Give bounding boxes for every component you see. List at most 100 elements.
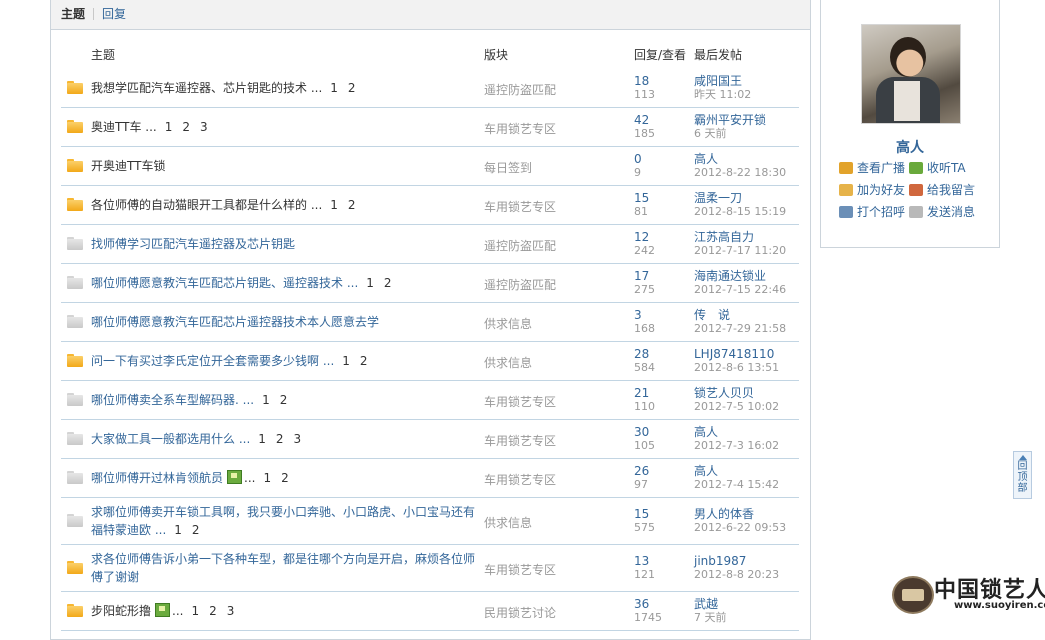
page-link[interactable]: 1 (330, 198, 338, 212)
profile-action-link[interactable]: 加为好友 (839, 183, 905, 197)
reply-count[interactable]: 21 (634, 386, 649, 400)
forum-name[interactable]: 供求信息 (484, 354, 532, 371)
thread-title-link[interactable]: 求哪位师傅卖开车锁工具啊，我只要小口奔驰、小口路虎、小口宝马还有福特蒙迪欧 ..… (91, 505, 475, 537)
last-post-time[interactable]: 2012-6-22 09:53 (694, 522, 786, 534)
thread-title-link[interactable]: 各位师傅的自动猫眼开工具都是什么样的 ... (91, 198, 322, 212)
forum-name[interactable]: 车用锁艺专区 (484, 471, 556, 488)
page-link[interactable]: 1 (263, 471, 271, 485)
last-poster[interactable]: 锁艺人贝贝 (694, 386, 754, 400)
last-post-time[interactable]: 2012-7-15 22:46 (694, 284, 786, 296)
last-post-time[interactable]: 昨天 11:02 (694, 89, 751, 101)
avatar[interactable] (861, 24, 961, 124)
page-link[interactable]: 2 (182, 120, 190, 134)
page-link[interactable]: 3 (294, 432, 302, 446)
reply-count[interactable]: 28 (634, 347, 649, 361)
folder-icon[interactable] (67, 315, 83, 328)
thread-title-link[interactable]: 我想学匹配汽车遥控器、芯片钥匙的技术 ... (91, 81, 322, 95)
page-link[interactable]: 2 (281, 471, 289, 485)
last-post-time[interactable]: 2012-7-29 21:58 (694, 323, 786, 335)
page-link[interactable]: 3 (200, 120, 208, 134)
thread-title-link[interactable]: 奥迪TT车 ... (91, 120, 157, 134)
last-post-time[interactable]: 2012-8-8 20:23 (694, 569, 779, 581)
last-poster[interactable]: 武越 (694, 597, 718, 611)
folder-hot-icon[interactable] (67, 120, 83, 133)
reply-count[interactable]: 3 (634, 308, 642, 322)
thread-title-link[interactable]: 哪位师傅愿意教汽车匹配芯片遥控器技术本人愿意去学 (91, 315, 379, 329)
forum-name[interactable]: 供求信息 (484, 315, 532, 332)
profile-action-link[interactable]: 给我留言 (909, 183, 975, 197)
last-post-time[interactable]: 2012-8-15 15:19 (694, 206, 786, 218)
last-post-time[interactable]: 7 天前 (694, 612, 727, 624)
last-poster[interactable]: 温柔一刀 (694, 191, 742, 205)
page-link[interactable]: 1 (258, 432, 266, 446)
thread-title-link[interactable]: 哪位师傅愿意教汽车匹配芯片钥匙、遥控器技术 ... (91, 276, 358, 290)
forum-name[interactable]: 车用锁艺专区 (484, 561, 556, 578)
page-link[interactable]: 1 (330, 81, 338, 95)
profile-name[interactable]: 高人 (821, 137, 999, 157)
thread-title-link[interactable]: 哪位师傅开过林肯领航员 (91, 471, 223, 485)
last-poster[interactable]: 高人 (694, 425, 718, 439)
thread-title-link[interactable]: 大家做工具一般都选用什么 ... (91, 432, 250, 446)
page-link[interactable]: 2 (192, 523, 200, 537)
last-post-time[interactable]: 2012-7-5 10:02 (694, 401, 779, 413)
reply-count[interactable]: 13 (634, 554, 649, 568)
reply-count[interactable]: 0 (634, 152, 642, 166)
profile-action-link[interactable]: 收听TA (909, 161, 966, 175)
last-post-time[interactable]: 2012-7-3 16:02 (694, 440, 779, 452)
page-link[interactable]: 1 (174, 523, 182, 537)
forum-name[interactable]: 遥控防盗匹配 (484, 81, 556, 98)
folder-hot-icon[interactable] (67, 561, 83, 574)
page-link[interactable]: 2 (360, 354, 368, 368)
folder-icon[interactable] (67, 514, 83, 527)
profile-action-link[interactable]: 查看广播 (839, 161, 905, 175)
last-poster[interactable]: 传 说 (694, 308, 730, 322)
back-to-top-button[interactable]: 回顶部 (1013, 451, 1032, 499)
forum-name[interactable]: 民用锁艺讨论 (484, 604, 556, 621)
page-link[interactable]: 1 (262, 393, 270, 407)
page-link[interactable]: 2 (348, 198, 356, 212)
folder-icon[interactable] (67, 237, 83, 250)
folder-hot-icon[interactable] (67, 81, 83, 94)
page-link[interactable]: 2 (384, 276, 392, 290)
page-link[interactable]: 2 (348, 81, 356, 95)
forum-name[interactable]: 每日签到 (484, 159, 532, 176)
last-post-time[interactable]: 6 天前 (694, 128, 727, 140)
reply-count[interactable]: 15 (634, 507, 649, 521)
folder-icon[interactable] (67, 471, 83, 484)
page-link[interactable]: 1 (342, 354, 350, 368)
reply-count[interactable]: 36 (634, 597, 649, 611)
thread-title-link[interactable]: 哪位师傅卖全系车型解码器. ... (91, 393, 254, 407)
thread-title-link[interactable]: 问一下有买过李氏定位开全套需要多少钱啊 ... (91, 354, 334, 368)
page-link[interactable]: 3 (227, 604, 235, 618)
forum-name[interactable]: 供求信息 (484, 514, 532, 531)
forum-name[interactable]: 车用锁艺专区 (484, 198, 556, 215)
reply-count[interactable]: 42 (634, 113, 649, 127)
last-poster[interactable]: 高人 (694, 152, 718, 166)
last-poster[interactable]: 高人 (694, 464, 718, 478)
page-link[interactable]: 2 (209, 604, 217, 618)
forum-name[interactable]: 遥控防盗匹配 (484, 237, 556, 254)
reply-count[interactable]: 15 (634, 191, 649, 205)
page-link[interactable]: 2 (280, 393, 288, 407)
reply-count[interactable]: 30 (634, 425, 649, 439)
thread-title-link[interactable]: 找师傅学习匹配汽车遥控器及芯片钥匙 (91, 237, 295, 251)
last-poster[interactable]: 霸州平安开锁 (694, 113, 766, 127)
forum-name[interactable]: 车用锁艺专区 (484, 120, 556, 137)
last-poster[interactable]: 咸阳国王 (694, 74, 742, 88)
reply-count[interactable]: 26 (634, 464, 649, 478)
reply-count[interactable]: 18 (634, 74, 649, 88)
thread-title-link[interactable]: 步阳蛇形撸 (91, 604, 151, 618)
last-poster[interactable]: 江苏高自力 (694, 230, 754, 244)
reply-count[interactable]: 12 (634, 230, 649, 244)
page-link[interactable]: 1 (165, 120, 173, 134)
forum-name[interactable]: 车用锁艺专区 (484, 393, 556, 410)
thread-title-link[interactable]: 开奥迪TT车锁 (91, 159, 165, 173)
folder-hot-icon[interactable] (67, 159, 83, 172)
last-poster[interactable]: LHJ87418110 (694, 347, 774, 361)
last-poster[interactable]: jinb1987 (694, 554, 746, 568)
tab-replies[interactable]: 回复 (102, 7, 126, 21)
page-link[interactable]: 2 (276, 432, 284, 446)
folder-icon[interactable] (67, 432, 83, 445)
last-poster[interactable]: 男人的体香 (694, 507, 754, 521)
thread-title-link[interactable]: 求各位师傅告诉小弟一下各种车型，都是往哪个方向是开启，麻烦各位师傅了谢谢 (91, 552, 475, 584)
